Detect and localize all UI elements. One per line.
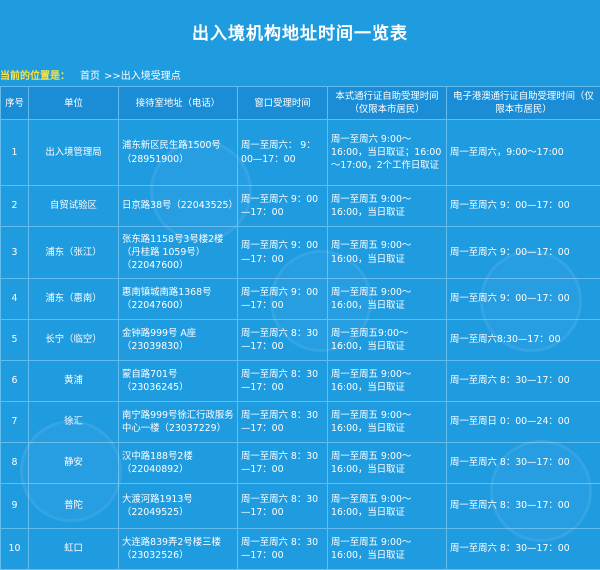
cell-index: 10 <box>1 529 29 570</box>
cell-index: 1 <box>1 120 29 186</box>
cell-address: 惠南镇城南路1368号（22047600） <box>119 279 238 320</box>
table-row: 1 出入境管理局 浦东新区民生路1500号（28951900） 周一至周六： 9… <box>1 120 600 186</box>
cell-index: 2 <box>1 186 29 227</box>
cell-address: 汉中路188号2楼（22040892） <box>119 443 238 484</box>
cell-index: 7 <box>1 402 29 443</box>
breadcrumb-home-link[interactable]: 首页 <box>80 67 100 82</box>
header-booklet-self-service-hours: 本式通行证自助受理时间（仅限本市居民） <box>328 87 447 120</box>
cell-e-permit-hours: 周一至周六 8：30—17：00 <box>447 529 600 570</box>
cell-e-permit-hours: 周一至周六8:30—17：00 <box>447 320 600 361</box>
table-row: 7 徐汇 南宁路999号徐汇行政服务中心一楼（23037229） 周一至周六 8… <box>1 402 600 443</box>
table-row: 10 虹口 大连路839弄2号楼三楼（23032526） 周一至周六 8：30—… <box>1 529 600 570</box>
cell-address: 大连路839弄2号楼三楼（23032526） <box>119 529 238 570</box>
cell-index: 9 <box>1 484 29 529</box>
cell-e-permit-hours: 周一至周六 8：30—17：00 <box>447 484 600 529</box>
cell-e-permit-hours: 周一至周六 9：00—17：00 <box>447 186 600 227</box>
breadcrumb-lead: 当前的位置是： <box>0 67 70 82</box>
cell-address: 张东路1158号3号楼2楼（丹桂路 1059号）（22047600） <box>119 227 238 279</box>
cell-index: 4 <box>1 279 29 320</box>
cell-address: 浦东新区民生路1500号（28951900） <box>119 120 238 186</box>
cell-unit: 普陀 <box>29 484 119 529</box>
table-row: 8 静安 汉中路188号2楼（22040892） 周一至周六 8：30—17：0… <box>1 443 600 484</box>
header-address: 接待室地址（电话） <box>119 87 238 120</box>
cell-booklet-hours: 周一至周五 9:00～16:00，当日取证 <box>328 279 447 320</box>
cell-booklet-hours: 周一至周五 9:00～16:00，当日取证 <box>328 529 447 570</box>
cell-window-hours: 周一至周六 8：30—17：00 <box>238 402 328 443</box>
cell-address: 蒙自路701号（23036245） <box>119 361 238 402</box>
cell-unit: 静安 <box>29 443 119 484</box>
table-row: 5 长宁（临空） 金钟路999号 A座（23039830） 周一至周六 8：30… <box>1 320 600 361</box>
cell-window-hours: 周一至周六 8：30—17：00 <box>238 484 328 529</box>
cell-booklet-hours: 周一至周五 9:00～16:00，当日取证 <box>328 443 447 484</box>
cell-index: 6 <box>1 361 29 402</box>
table-row: 2 自贸试验区 日京路38号（22043525） 周一至周六 9：00—17：0… <box>1 186 600 227</box>
cell-unit: 浦东（张江） <box>29 227 119 279</box>
cell-booklet-hours: 周一至周五 9:00～16:00，当日取证 <box>328 484 447 529</box>
cell-window-hours: 周一至周六： 9：00—17：00 <box>238 120 328 186</box>
cell-window-hours: 周一至周六 8：30—17：00 <box>238 320 328 361</box>
cell-e-permit-hours: 周一至周六，9:00～17:00 <box>447 120 600 186</box>
cell-unit: 浦东（惠南） <box>29 279 119 320</box>
cell-window-hours: 周一至周六 9：00—17：00 <box>238 186 328 227</box>
cell-address: 大渡河路1913号（22049525） <box>119 484 238 529</box>
page-title: 出入境机构地址时间一览表 <box>0 0 600 62</box>
table-row: 9 普陀 大渡河路1913号（22049525） 周一至周六 8：30—17：0… <box>1 484 600 529</box>
cell-window-hours: 周一至周六 9：00—17：00 <box>238 227 328 279</box>
cell-window-hours: 周一至周六 9：00—17：00 <box>238 279 328 320</box>
cell-booklet-hours: 周一至周五9:00～16:00，当日取证 <box>328 320 447 361</box>
cell-booklet-hours: 周一至周五 9:00～16:00，当日取证 <box>328 402 447 443</box>
cell-e-permit-hours: 周一至周日 0：00—24：00 <box>447 402 600 443</box>
cell-unit: 徐汇 <box>29 402 119 443</box>
cell-unit: 黄浦 <box>29 361 119 402</box>
breadcrumb-current: >>出入境受理点 <box>104 67 181 82</box>
header-unit: 单位 <box>29 87 119 120</box>
header-index: 序号 <box>1 87 29 120</box>
cell-address: 南宁路999号徐汇行政服务中心一楼（23037229） <box>119 402 238 443</box>
cell-e-permit-hours: 周一至周六 8：30—17：00 <box>447 361 600 402</box>
cell-window-hours: 周一至周六 8：30—17：00 <box>238 361 328 402</box>
header-e-permit-self-service-hours: 电子港澳通行证自助受理时间（仅限本市居民） <box>447 87 600 120</box>
cell-window-hours: 周一至周六 8：30—17：00 <box>238 443 328 484</box>
table-header-row: 序号 单位 接待室地址（电话） 窗口受理时间 本式通行证自助受理时间（仅限本市居… <box>1 87 600 120</box>
cell-booklet-hours: 周一至周五 9:00～16:00，当日取证 <box>328 227 447 279</box>
cell-unit: 出入境管理局 <box>29 120 119 186</box>
cell-index: 8 <box>1 443 29 484</box>
breadcrumb: 当前的位置是： 首页 >>出入境受理点 <box>0 62 600 86</box>
table-row: 6 黄浦 蒙自路701号（23036245） 周一至周六 8：30—17：00 … <box>1 361 600 402</box>
cell-unit: 长宁（临空） <box>29 320 119 361</box>
cell-address: 日京路38号（22043525） <box>119 186 238 227</box>
table-row: 3 浦东（张江） 张东路1158号3号楼2楼（丹桂路 1059号）（220476… <box>1 227 600 279</box>
cell-booklet-hours: 周一至周五 9:00～16:00，当日取证 <box>328 361 447 402</box>
cell-booklet-hours: 周一至周五 9:00～16:00，当日取证 <box>328 186 447 227</box>
table-row: 4 浦东（惠南） 惠南镇城南路1368号（22047600） 周一至周六 9：0… <box>1 279 600 320</box>
cell-index: 5 <box>1 320 29 361</box>
cell-e-permit-hours: 周一至周六 9：00—17：00 <box>447 227 600 279</box>
cell-index: 3 <box>1 227 29 279</box>
cell-e-permit-hours: 周一至周六 9：00—17：00 <box>447 279 600 320</box>
cell-unit: 自贸试验区 <box>29 186 119 227</box>
header-window-hours: 窗口受理时间 <box>238 87 328 120</box>
office-table: 序号 单位 接待室地址（电话） 窗口受理时间 本式通行证自助受理时间（仅限本市居… <box>0 86 600 570</box>
cell-unit: 虹口 <box>29 529 119 570</box>
cell-address: 金钟路999号 A座（23039830） <box>119 320 238 361</box>
cell-window-hours: 周一至周六 8：30—17：00 <box>238 529 328 570</box>
cell-booklet-hours: 周一至周六 9:00～16:00，当日取证；16:00～17:00，2个工作日取… <box>328 120 447 186</box>
cell-e-permit-hours: 周一至周六 8：30—17：00 <box>447 443 600 484</box>
